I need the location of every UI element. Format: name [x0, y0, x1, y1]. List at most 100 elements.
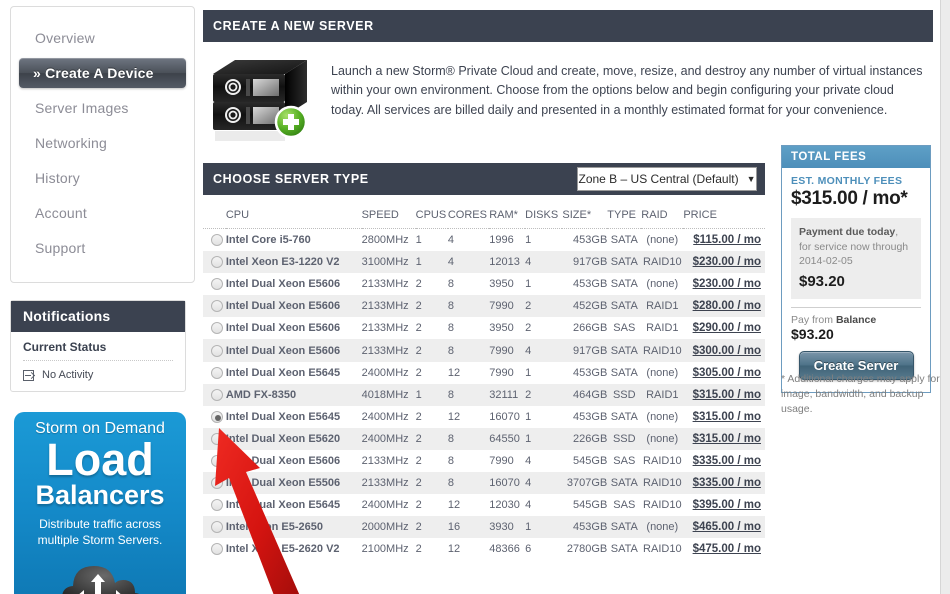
radio-button[interactable] — [211, 388, 223, 401]
row-select-cell[interactable] — [203, 406, 226, 428]
table-row[interactable]: Intel Dual Xeon E5620 2400MHz 2 8 64550 1 226G… — [203, 427, 765, 450]
row-select-cell[interactable] — [203, 428, 226, 450]
table-row[interactable]: Intel Dual Xeon E5506 2133MHz 2 8 16070 4 3707… — [203, 472, 765, 495]
row-select-cell[interactable] — [203, 538, 226, 560]
price-link[interactable]: $335.00 / mo — [693, 477, 761, 489]
cell-speed: 2400MHz — [361, 432, 409, 445]
cell-price[interactable]: $230.00 / mo — [683, 251, 765, 273]
table-row[interactable]: Intel Dual Xeon E5645 2400MHz 2 12 16070 1 453… — [203, 406, 765, 428]
cell-ram: 3930 — [489, 521, 514, 534]
sidebar-nav: Overview » Create A Device Server Images Ne… — [10, 6, 195, 283]
row-select-cell[interactable] — [203, 229, 226, 252]
cell-ram: 1996 — [489, 234, 514, 247]
sidebar-item-account[interactable]: Account — [11, 198, 194, 228]
price-link[interactable]: $280.00 / mo — [693, 300, 761, 312]
price-link[interactable]: $315.00 / mo — [693, 389, 761, 401]
cell-cpu: Intel Dual Xeon E5645 — [225, 499, 341, 512]
cell-raid: RAID1 — [646, 300, 679, 313]
row-select-cell[interactable] — [203, 494, 226, 516]
table-row[interactable]: Intel Dual Xeon E5606 2133MHz 2 8 7990 4 545GB… — [203, 450, 765, 472]
price-link[interactable]: $300.00 / mo — [693, 345, 761, 357]
cell-price[interactable]: $475.00 / mo — [683, 538, 765, 560]
cell-price[interactable]: $315.00 / mo — [683, 428, 765, 450]
price-link[interactable]: $230.00 / mo — [693, 278, 761, 290]
row-select-cell[interactable] — [203, 295, 226, 317]
row-select-cell[interactable] — [203, 384, 226, 406]
table-row[interactable]: AMD FX-8350 4018MHz 1 8 32111 2 464GB SSD RAID1 $… — [203, 383, 765, 406]
table-row[interactable]: Intel Dual Xeon E5606 2133MHz 2 8 3950 1 453GB… — [203, 273, 765, 295]
price-link[interactable]: $115.00 / mo — [693, 234, 761, 246]
cell-price[interactable]: $335.00 / mo — [683, 450, 765, 472]
price-link[interactable]: $290.00 / mo — [693, 322, 761, 334]
cell-price[interactable]: $290.00 / mo — [683, 317, 765, 339]
promo-banner-load-balancers[interactable]: Storm on Demand Load Balancers Distribut… — [14, 412, 186, 594]
server-stack-add-icon — [203, 54, 313, 149]
price-link[interactable]: $395.00 / mo — [693, 499, 761, 511]
table-row[interactable]: Intel Dual Xeon E5645 2400MHz 2 12 12030 4 545… — [203, 494, 765, 516]
radio-button[interactable] — [211, 344, 223, 357]
payment-due-bold: Payment due today — [799, 226, 896, 238]
table-row[interactable]: Intel Xeon E5-2650 2000MHz 2 16 3930 1 453GB SA… — [203, 516, 765, 539]
row-select-cell[interactable] — [203, 450, 226, 472]
table-row[interactable]: Intel Xeon E5-2620 V2 2100MHz 2 12 48366 6 278… — [203, 538, 765, 560]
sidebar-item-create-a-device[interactable]: » Create A Device — [19, 58, 186, 88]
cell-price[interactable]: $300.00 / mo — [683, 339, 765, 361]
cell-cpu: Intel Xeon E5-2620 V2 — [225, 543, 340, 556]
sidebar-item-overview[interactable]: Overview — [11, 23, 194, 53]
radio-button[interactable] — [211, 278, 223, 291]
radio-button-selected[interactable] — [211, 410, 223, 423]
price-link[interactable]: $475.00 / mo — [693, 543, 761, 555]
price-link[interactable]: $465.00 / mo — [693, 521, 761, 533]
cell-price[interactable]: $280.00 / mo — [683, 295, 765, 317]
price-link[interactable]: $315.00 / mo — [693, 411, 761, 423]
cell-speed: 2133MHz — [361, 454, 409, 467]
cell-cpus: 2 — [415, 410, 422, 423]
cell-price[interactable]: $315.00 / mo — [683, 384, 765, 406]
radio-button[interactable] — [211, 543, 223, 556]
price-link[interactable]: $335.00 / mo — [693, 455, 761, 467]
radio-button[interactable] — [211, 499, 223, 512]
table-header-cpus: CPUS — [415, 209, 448, 229]
table-row[interactable]: Intel Dual Xeon E5645 2400MHz 2 12 7990 1 453G… — [203, 362, 765, 384]
table-row[interactable]: Intel Dual Xeon E5606 2133MHz 2 8 3950 2 266GB… — [203, 317, 765, 339]
zone-select[interactable]: Zone B – US Central (Default) ▼ — [577, 167, 757, 191]
price-link[interactable]: $230.00 / mo — [693, 256, 761, 268]
row-select-cell[interactable] — [203, 472, 226, 494]
row-select-cell[interactable] — [203, 273, 226, 295]
row-select-cell[interactable] — [203, 362, 226, 384]
sidebar-item-support[interactable]: Support — [11, 233, 194, 263]
table-row[interactable]: Intel Core i5-760 2800MHz 1 4 1996 1 453GB SATA… — [203, 229, 765, 252]
table-row[interactable]: Intel Xeon E3-1220 V2 3100MHz 1 4 12013 4 917G… — [203, 251, 765, 274]
radio-button[interactable] — [211, 234, 223, 247]
table-row[interactable]: Intel Dual Xeon E5606 2133MHz 2 8 7990 2 452GB… — [203, 295, 765, 318]
cell-price[interactable]: $335.00 / mo — [683, 472, 765, 494]
row-select-cell[interactable] — [203, 251, 226, 273]
cell-price[interactable]: $395.00 / mo — [683, 494, 765, 516]
table-row[interactable]: Intel Dual Xeon E5606 2133MHz 2 8 7990 4 917GB… — [203, 339, 765, 362]
radio-button[interactable] — [211, 455, 223, 468]
cell-price[interactable]: $230.00 / mo — [683, 273, 765, 295]
radio-button[interactable] — [211, 477, 223, 490]
sidebar-item-networking[interactable]: Networking — [11, 128, 194, 158]
cell-price[interactable]: $115.00 / mo — [683, 229, 765, 252]
radio-button[interactable] — [211, 300, 223, 313]
cell-disks: 4 — [525, 499, 532, 512]
cell-price[interactable]: $465.00 / mo — [683, 516, 765, 538]
radio-button[interactable] — [211, 521, 223, 534]
radio-button[interactable] — [211, 256, 223, 269]
sidebar-item-history[interactable]: History — [11, 163, 194, 193]
radio-button[interactable] — [211, 366, 223, 379]
price-link[interactable]: $315.00 / mo — [693, 433, 761, 445]
row-select-cell[interactable] — [203, 516, 226, 538]
cell-price[interactable]: $305.00 / mo — [683, 362, 765, 384]
radio-button[interactable] — [211, 432, 223, 445]
notification-item[interactable]: No Activity — [23, 369, 173, 381]
row-select-cell[interactable] — [203, 339, 226, 361]
sidebar-item-server-images[interactable]: Server Images — [11, 93, 194, 123]
radio-button[interactable] — [211, 322, 223, 335]
price-link[interactable]: $305.00 / mo — [693, 367, 761, 379]
cell-price[interactable]: $315.00 / mo — [683, 406, 765, 428]
total-fees-panel: TOTAL FEES EST. MONTHLY FEES $315.00 / m… — [781, 145, 931, 394]
cell-ram: 32111 — [489, 388, 519, 401]
row-select-cell[interactable] — [203, 317, 226, 339]
